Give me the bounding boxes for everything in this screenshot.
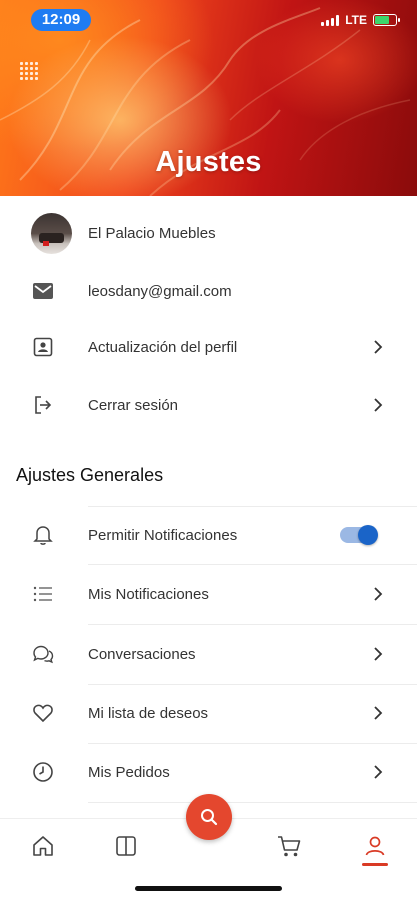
- battery-icon: [373, 14, 400, 26]
- network-type: LTE: [345, 13, 367, 27]
- email-row: leosdany@gmail.com: [0, 262, 417, 320]
- list-icon: [30, 581, 56, 607]
- logout-row[interactable]: Cerrar sesión: [0, 376, 417, 434]
- email-icon: [30, 278, 56, 304]
- conversations-label: Conversaciones: [88, 645, 196, 663]
- home-indicator: [135, 886, 282, 891]
- chevron-right-icon: [374, 706, 383, 720]
- heart-icon: [30, 700, 56, 726]
- search-icon: [199, 807, 219, 827]
- profile-name: El Palacio Muebles: [88, 224, 216, 242]
- chevron-right-icon: [374, 587, 383, 601]
- logout-icon: [30, 392, 56, 418]
- catalog-icon[interactable]: [111, 831, 141, 861]
- search-button[interactable]: [186, 794, 232, 840]
- chevron-right-icon: [374, 398, 383, 412]
- active-tab-indicator: [362, 863, 388, 866]
- section-title-general: Ajustes Generales: [16, 465, 164, 485]
- page-title: Ajustes: [155, 146, 262, 178]
- update-profile-label: Actualización del perfil: [88, 338, 238, 356]
- my-notifications-row[interactable]: Mis Notificaciones: [0, 565, 417, 623]
- clock-icon: [30, 759, 56, 785]
- wishlist-row[interactable]: Mi lista de deseos: [0, 684, 417, 742]
- cart-icon[interactable]: [274, 831, 304, 861]
- signal-icon: [321, 14, 340, 26]
- bell-icon: [30, 522, 56, 548]
- chevron-right-icon: [374, 647, 383, 661]
- header-banner: 12:09 LTE Ajustes: [0, 0, 417, 196]
- conversations-row[interactable]: Conversaciones: [0, 625, 417, 683]
- email-text: leosdany@gmail.com: [88, 282, 232, 300]
- my-orders-row[interactable]: Mis Pedidos: [0, 743, 417, 801]
- chevron-right-icon: [374, 765, 383, 779]
- status-time: 12:09: [31, 9, 91, 31]
- profile-card-icon: [30, 334, 56, 360]
- profile-name-row: El Palacio Muebles: [0, 204, 417, 262]
- chevron-right-icon: [374, 340, 383, 354]
- grid-menu-icon[interactable]: [20, 62, 38, 80]
- divider: [88, 802, 417, 803]
- status-indicators: LTE: [321, 13, 400, 27]
- chat-icon: [30, 641, 56, 667]
- notifications-toggle[interactable]: [340, 525, 378, 545]
- avatar: [31, 212, 72, 254]
- my-orders-label: Mis Pedidos: [88, 763, 170, 781]
- home-icon[interactable]: [28, 831, 58, 861]
- allow-notifications-row[interactable]: Permitir Notificaciones: [0, 506, 417, 564]
- profile-icon[interactable]: [360, 831, 390, 861]
- update-profile-row[interactable]: Actualización del perfil: [0, 318, 417, 376]
- wishlist-label: Mi lista de deseos: [88, 704, 209, 722]
- logout-label: Cerrar sesión: [88, 396, 179, 414]
- allow-notifications-label: Permitir Notificaciones: [88, 526, 238, 544]
- my-notifications-label: Mis Notificaciones: [88, 585, 209, 603]
